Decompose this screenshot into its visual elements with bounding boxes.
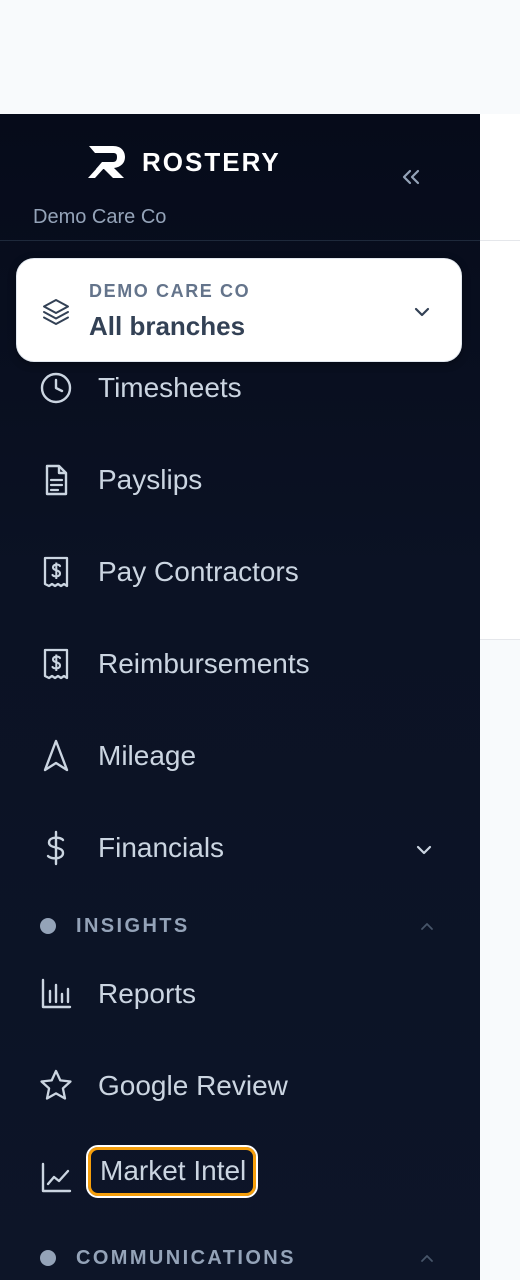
navigation-arrow-icon (43, 739, 69, 772)
chevron-down-icon (414, 307, 430, 317)
top-bar (0, 0, 520, 114)
section-label-communications: COMMUNICATIONS (76, 1247, 296, 1269)
section-header-communications[interactable]: COMMUNICATIONS (0, 1238, 480, 1278)
star-icon (40, 1069, 72, 1100)
dollar-icon (46, 830, 65, 866)
nav-label-financials: Financials (98, 832, 225, 863)
receipt-dollar-icon (43, 648, 69, 680)
nav-label-reports: Reports (98, 978, 197, 1009)
main-content (480, 114, 520, 1280)
rostery-logo-icon (88, 146, 125, 178)
main-header (480, 114, 520, 241)
chevrons-left-icon (402, 169, 420, 185)
brand-name: ROSTERY (142, 146, 281, 177)
chevron-down-icon (416, 845, 432, 855)
sidebar: ROSTERY Demo Care Co Timesheets Payslips (0, 114, 480, 1280)
section-label-insights: INSIGHTS (76, 915, 190, 937)
nav-item-reports[interactable]: Reports (0, 964, 480, 1024)
nav-label-market-intel: Market Intel (85, 1145, 259, 1198)
main-card (480, 241, 520, 640)
chevron-up-icon (421, 1255, 433, 1262)
branch-selector-caption: DEMO CARE CO (89, 281, 251, 301)
collapse-sidebar-button[interactable] (394, 162, 428, 192)
nav-label-payslips: Payslips (98, 464, 203, 495)
chevron-up-icon (421, 923, 433, 930)
nav-label-reimbursements: Reimbursements (98, 648, 310, 679)
section-dot (40, 1250, 56, 1266)
nav-label-mileage: Mileage (98, 740, 197, 771)
line-chart-icon (41, 1162, 72, 1193)
nav-item-mileage[interactable]: Mileage (0, 726, 480, 786)
bar-chart-icon (41, 978, 72, 1009)
org-name: Demo Care Co (33, 206, 167, 228)
receipt-dollar-icon (43, 556, 69, 588)
brand[interactable]: ROSTERY (86, 142, 281, 182)
nav-item-timesheets[interactable]: Timesheets (0, 358, 480, 418)
branch-selector-value: All branches (89, 311, 246, 341)
clock-icon (40, 372, 72, 404)
nav-item-pay-contractors[interactable]: Pay Contractors (0, 542, 480, 602)
divider (0, 240, 480, 241)
nav-item-reimbursements[interactable]: Reimbursements (0, 634, 480, 694)
nav-label-google-review: Google Review (98, 1070, 288, 1101)
nav-item-market-intel[interactable]: Market Intel (0, 1145, 480, 1208)
nav-label-timesheets: Timesheets (98, 372, 242, 403)
layers-icon (43, 299, 69, 325)
section-header-insights[interactable]: INSIGHTS (0, 906, 480, 946)
nav-item-google-review[interactable]: Google Review (0, 1056, 480, 1116)
branch-selector[interactable]: DEMO CARE CO All branches (16, 258, 462, 362)
section-dot (40, 918, 56, 934)
nav-item-financials[interactable]: Financials (0, 818, 480, 878)
document-icon (45, 464, 68, 496)
nav-item-payslips[interactable]: Payslips (0, 450, 480, 510)
nav-label-pay-contractors: Pay Contractors (98, 556, 299, 587)
